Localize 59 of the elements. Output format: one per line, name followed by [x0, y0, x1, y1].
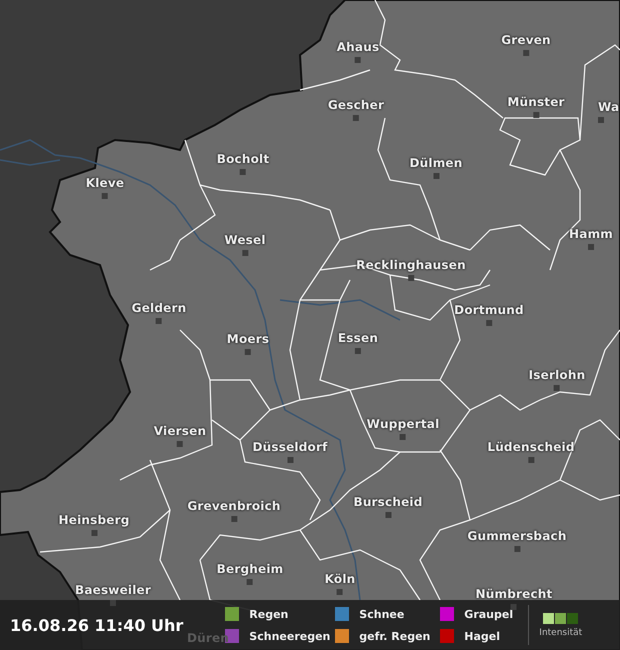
- city-label: Recklinghausen: [356, 258, 466, 272]
- city-label: Viersen: [154, 424, 206, 438]
- legend-label: Schnee: [359, 608, 404, 620]
- city-marker-icon: [511, 604, 517, 610]
- city-label: Bocholt: [216, 152, 270, 166]
- city-label: Gummersbach: [467, 529, 567, 543]
- city-label: Moers: [226, 332, 270, 346]
- city-label: Dortmund: [454, 303, 524, 317]
- city-marker-icon: [523, 50, 529, 56]
- city-marker-icon: [102, 193, 108, 199]
- city-label: Baesweiler: [74, 583, 152, 597]
- legend-label: Hagel: [464, 630, 500, 642]
- city-label: Geldern: [132, 301, 186, 315]
- city-marker-icon: [400, 434, 406, 440]
- legend-label: Graupel: [464, 608, 514, 620]
- city-label: Iserlohn: [528, 368, 586, 382]
- city-label: Gescher: [328, 98, 384, 112]
- city-marker-icon: [598, 117, 604, 123]
- city-marker-icon: [240, 169, 246, 175]
- city-marker-icon: [245, 349, 251, 355]
- city-marker-icon: [231, 516, 237, 522]
- legend-label: Regen: [249, 608, 288, 620]
- city-label: Heinsberg: [58, 513, 130, 527]
- city-marker-icon: [385, 512, 391, 518]
- city-marker-icon: [91, 530, 97, 536]
- city-label: Bergheim: [216, 562, 284, 576]
- city-marker-icon: [355, 57, 361, 63]
- city-marker-icon: [156, 318, 162, 324]
- city-label: Wesel: [224, 233, 266, 247]
- city-marker-icon: [177, 441, 183, 447]
- city-marker-icon: [528, 457, 534, 463]
- city-marker-icon: [110, 600, 116, 606]
- city-label: Nümbrecht: [476, 587, 552, 601]
- city-label: Wuppertal: [366, 417, 440, 431]
- city-label: Grevenbroich: [187, 499, 281, 513]
- city-label: Essen: [338, 331, 378, 345]
- city-marker-icon: [353, 115, 359, 121]
- city-marker-icon: [514, 546, 520, 552]
- city-marker-icon: [242, 250, 248, 256]
- city-marker-icon: [247, 579, 253, 585]
- legend-label: gefr. Regen: [359, 630, 430, 642]
- city-marker-icon: [554, 385, 560, 391]
- city-marker-icon: [337, 589, 343, 595]
- city-label: Wa: [598, 100, 620, 114]
- city-marker-icon: [533, 112, 539, 118]
- city-label: Ahaus: [336, 40, 380, 54]
- city-label: Kleve: [86, 176, 124, 190]
- city-label: Köln: [324, 572, 356, 586]
- city-label: Lüdenscheid: [487, 440, 575, 454]
- legend-label: Schneeregen: [249, 630, 330, 642]
- city-label: Düsseldorf: [252, 440, 328, 454]
- timestamp: 16.08.26 11:40 Uhr: [10, 616, 184, 634]
- city-label: Dülmen: [410, 156, 462, 170]
- intensity-label: Intensität: [539, 628, 582, 638]
- city-label: Münster: [507, 95, 565, 109]
- city-label: Hamm: [569, 227, 613, 241]
- city-label: Burscheid: [353, 495, 423, 509]
- city-marker-icon: [355, 348, 361, 354]
- city-label: Greven: [501, 33, 551, 47]
